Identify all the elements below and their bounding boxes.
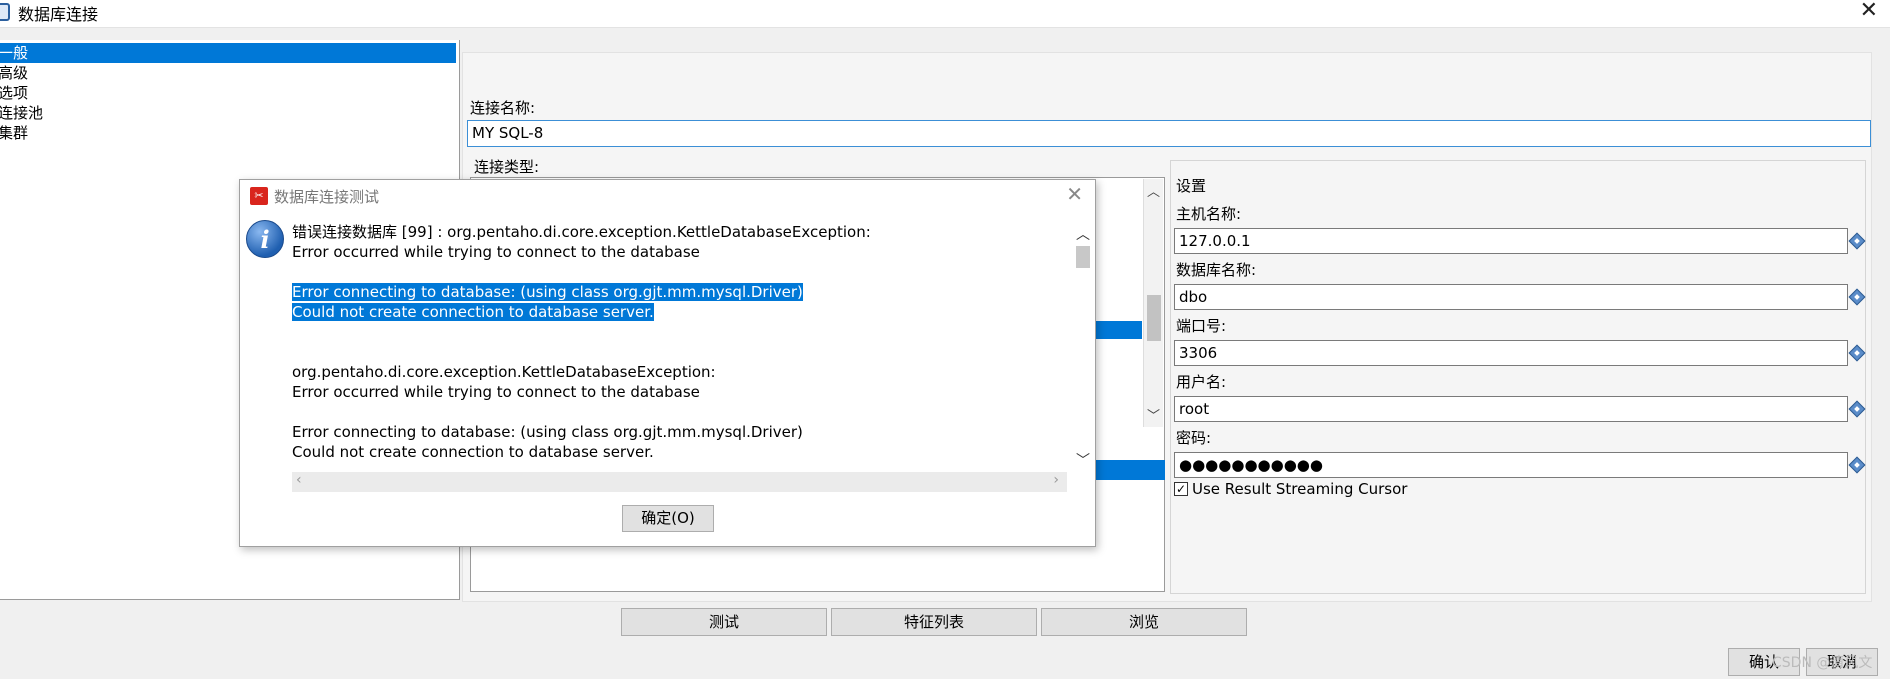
settings-title: 设置 [1176, 177, 1207, 195]
window-title: 数据库连接 [18, 5, 99, 24]
kettle-app-icon: ✂ [250, 187, 268, 205]
connection-test-dialog: ✂ 数据库连接测试 ✕ i 错误连接数据库 [99] : org.pentaho… [239, 179, 1096, 547]
info-icon: i [246, 220, 284, 258]
scroll-down-icon[interactable]: ﹀ [1076, 450, 1090, 470]
streaming-cursor-checkbox[interactable]: ✓ [1174, 482, 1188, 496]
message-line-selected: Error connecting to database: (using cla… [292, 283, 803, 301]
message-horizontal-scrollbar[interactable]: ‹ › [292, 472, 1067, 492]
dialog-ok-button[interactable]: 确定(O) [622, 505, 714, 532]
password-label: 密码: [1176, 429, 1212, 447]
username-input[interactable]: root [1174, 396, 1848, 422]
scroll-thumb[interactable] [1147, 295, 1161, 341]
scroll-left-icon[interactable]: ‹ [296, 472, 302, 488]
host-input[interactable]: 127.0.0.1 [1174, 228, 1848, 254]
settings-group [1170, 160, 1866, 594]
streaming-cursor-label: Use Result Streaming Cursor [1192, 480, 1408, 498]
nav-item-general[interactable]: 一般 [0, 43, 456, 63]
error-message-area[interactable]: 错误连接数据库 [99] : org.pentaho.di.core.excep… [292, 222, 1062, 472]
dialog-close-icon[interactable]: ✕ [1066, 182, 1083, 206]
window-titlebar: 数据库连接 ✕ [0, 0, 1890, 28]
scroll-up-icon[interactable]: ︿ [1147, 181, 1160, 200]
scroll-thumb[interactable] [1076, 246, 1090, 268]
window-close-icon[interactable]: ✕ [1860, 0, 1878, 23]
nav-item-cluster[interactable]: 集群 [0, 123, 28, 143]
db-name-input[interactable]: dbo [1174, 284, 1848, 310]
message-line: Error connecting to database: (using cla… [292, 423, 803, 441]
browse-button[interactable]: 浏览 [1041, 608, 1247, 636]
watermark: CSDN @清风文 [1772, 655, 1873, 671]
scroll-down-icon[interactable]: ﹀ [1147, 405, 1160, 424]
database-icon [0, 3, 10, 21]
username-label: 用户名: [1176, 373, 1227, 391]
test-button[interactable]: 测试 [621, 608, 827, 636]
message-vertical-scrollbar[interactable]: ︿ ﹀ [1072, 222, 1092, 472]
port-label: 端口号: [1176, 317, 1227, 335]
password-input[interactable]: ●●●●●●●●●●● [1174, 452, 1848, 478]
message-line [292, 262, 1062, 282]
message-line: Error occurred while trying to connect t… [292, 243, 700, 261]
connection-name-input[interactable]: MY SQL-8 [467, 120, 1871, 147]
message-line: Could not create connection to database … [292, 443, 654, 461]
host-label: 主机名称: [1176, 205, 1242, 223]
message-line: Error occurred while trying to connect t… [292, 383, 700, 401]
message-line: org.pentaho.di.core.exception.KettleData… [292, 363, 716, 381]
message-line [292, 322, 1062, 342]
message-line [292, 342, 1062, 362]
nav-item-options[interactable]: 选项 [0, 83, 28, 103]
scroll-up-icon[interactable]: ︿ [1076, 224, 1090, 244]
connection-name-label: 连接名称: [470, 99, 536, 117]
message-line-selected: Could not create connection to database … [292, 303, 654, 321]
nav-item-advanced[interactable]: 高级 [0, 63, 28, 83]
connection-type-scrollbar[interactable]: ︿ ﹀ [1143, 179, 1163, 427]
connection-type-label: 连接类型: [474, 158, 540, 176]
port-input[interactable]: 3306 [1174, 340, 1848, 366]
message-line [292, 402, 1062, 422]
db-name-label: 数据库名称: [1176, 261, 1257, 279]
dialog-title: 数据库连接测试 [274, 188, 380, 206]
scroll-right-icon[interactable]: › [1053, 472, 1059, 488]
nav-item-pooling[interactable]: 连接池 [0, 103, 43, 123]
features-button[interactable]: 特征列表 [831, 608, 1037, 636]
message-line: 错误连接数据库 [99] : org.pentaho.di.core.excep… [292, 223, 871, 241]
